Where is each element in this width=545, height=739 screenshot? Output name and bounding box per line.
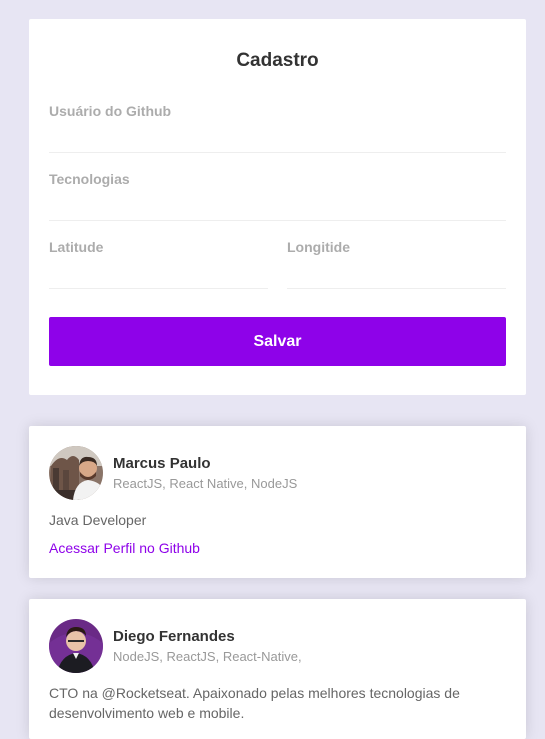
avatar	[49, 446, 103, 500]
longitude-field: Longitide	[287, 239, 506, 307]
dev-techs: ReactJS, React Native, NodeJS	[113, 476, 298, 491]
user-info: Marcus Paulo ReactJS, React Native, Node…	[113, 455, 297, 491]
latitude-field: Latitude	[49, 239, 268, 307]
user-info: Diego Fernandes NodeJS, ReactJS, React-N…	[113, 628, 302, 664]
dev-name: Diego Fernandes	[113, 628, 235, 645]
avatar	[49, 619, 103, 673]
longitude-label: Longitide	[287, 239, 350, 255]
dev-techs: NodeJS, ReactJS, React-Native,	[113, 649, 302, 664]
techs-label: Tecnologias	[49, 171, 130, 187]
github-username-input[interactable]	[49, 121, 506, 153]
github-profile-link[interactable]: Acessar Perfil no Github	[49, 539, 200, 557]
avatar-photo-icon	[49, 446, 103, 500]
dev-bio: Java Developer	[49, 512, 147, 528]
save-button[interactable]: Salvar	[49, 317, 506, 366]
latitude-label: Latitude	[49, 239, 104, 255]
panel-title: Cadastro	[236, 50, 319, 71]
github-username-field: Usuário do Github	[49, 103, 506, 171]
github-username-label: Usuário do Github	[49, 103, 172, 119]
avatar-photo-icon	[49, 619, 103, 673]
dev-card: Diego Fernandes NodeJS, ReactJS, React-N…	[29, 599, 526, 739]
longitude-input[interactable]	[287, 257, 506, 289]
techs-input[interactable]	[49, 189, 506, 221]
dev-header: Diego Fernandes NodeJS, ReactJS, React-N…	[49, 619, 506, 673]
techs-field: Tecnologias	[49, 171, 506, 239]
dev-name: Marcus Paulo	[113, 455, 211, 472]
dev-header: Marcus Paulo ReactJS, React Native, Node…	[49, 446, 506, 500]
dev-bio: CTO na @Rocketseat. Apaixonado pelas mel…	[49, 685, 460, 721]
dev-card: Marcus Paulo ReactJS, React Native, Node…	[29, 426, 526, 578]
latitude-input[interactable]	[49, 257, 268, 289]
register-panel: Cadastro Usuário do Github Tecnologias L…	[29, 19, 526, 395]
